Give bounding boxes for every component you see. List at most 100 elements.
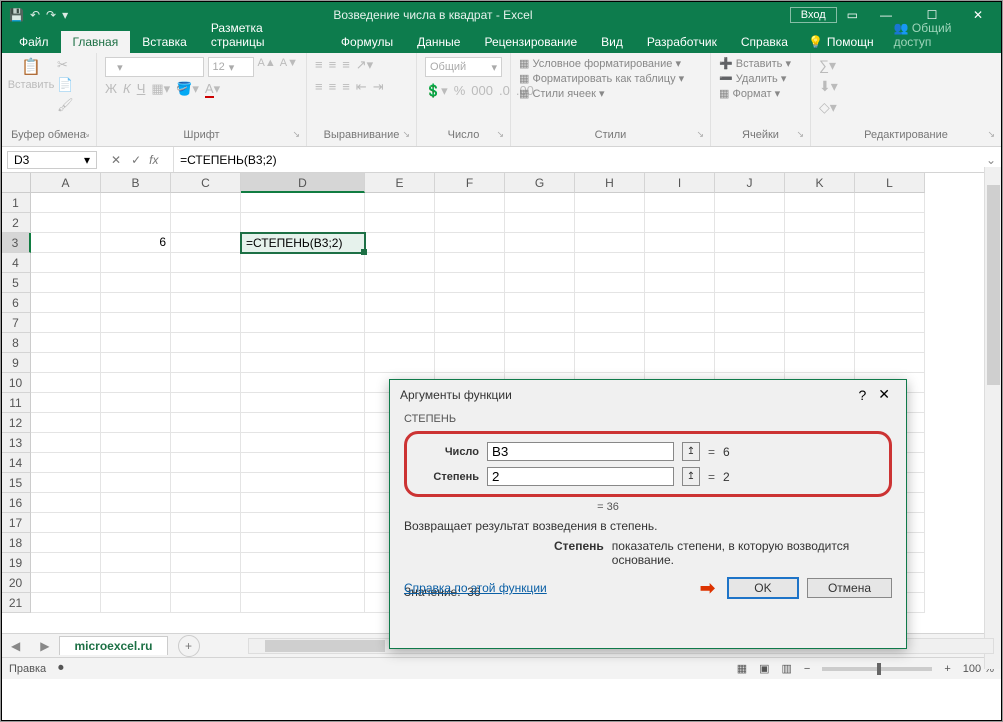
conditional-formatting-button[interactable]: ▦ Условное форматирование ▾ (519, 57, 681, 70)
cell[interactable] (241, 253, 365, 273)
cell[interactable] (785, 273, 855, 293)
cell[interactable] (785, 193, 855, 213)
column-header[interactable]: E (365, 173, 435, 193)
cell[interactable] (101, 213, 171, 233)
cell[interactable] (435, 273, 505, 293)
cell[interactable] (171, 593, 241, 613)
autosum-icon[interactable]: ∑▾ (819, 57, 838, 74)
cell[interactable] (171, 293, 241, 313)
cell[interactable] (31, 193, 101, 213)
cell[interactable] (785, 213, 855, 233)
align-center-icon[interactable]: ≡ (329, 79, 337, 95)
expand-fx-icon[interactable]: ⌄ (980, 153, 1002, 167)
cell[interactable] (171, 353, 241, 373)
cell[interactable] (171, 213, 241, 233)
cell[interactable] (31, 253, 101, 273)
cell[interactable] (171, 373, 241, 393)
number-format-combo[interactable]: Общий▾ (425, 57, 502, 77)
cell[interactable]: =СТЕПЕНЬ(B3;2) (241, 233, 365, 253)
percent-icon[interactable]: % (454, 83, 466, 99)
clear-icon[interactable]: ◇▾ (819, 99, 838, 116)
cell[interactable] (645, 253, 715, 273)
cell[interactable] (575, 253, 645, 273)
cell[interactable] (645, 193, 715, 213)
font-name-combo[interactable]: ▾ (105, 57, 204, 77)
row-header[interactable]: 14 (1, 453, 31, 473)
cell[interactable] (365, 313, 435, 333)
cell[interactable] (715, 213, 785, 233)
row-header[interactable]: 7 (1, 313, 31, 333)
cell[interactable] (435, 333, 505, 353)
row-header[interactable]: 11 (1, 393, 31, 413)
tab-data[interactable]: Данные (405, 31, 472, 53)
cell[interactable] (241, 373, 365, 393)
cell[interactable] (575, 313, 645, 333)
cell[interactable] (575, 333, 645, 353)
cell[interactable] (435, 353, 505, 373)
cell[interactable] (855, 313, 925, 333)
tab-review[interactable]: Рецензирование (472, 31, 589, 53)
align-middle-icon[interactable]: ≡ (329, 57, 337, 73)
cell[interactable] (505, 253, 575, 273)
underline-icon[interactable]: Ч (137, 81, 146, 97)
cell[interactable] (31, 453, 101, 473)
cell[interactable] (645, 273, 715, 293)
cell[interactable] (435, 293, 505, 313)
cell[interactable] (171, 333, 241, 353)
column-header[interactable]: A (31, 173, 101, 193)
row-header[interactable]: 12 (1, 413, 31, 433)
column-header[interactable]: C (171, 173, 241, 193)
cell[interactable] (241, 413, 365, 433)
cell[interactable] (101, 513, 171, 533)
cell[interactable] (31, 473, 101, 493)
share-button[interactable]: 👥 Общий доступ (882, 17, 1002, 53)
cell[interactable] (365, 333, 435, 353)
cell[interactable] (171, 473, 241, 493)
cell[interactable] (785, 353, 855, 373)
cell[interactable] (505, 353, 575, 373)
cell[interactable] (31, 233, 101, 253)
column-header[interactable]: B (101, 173, 171, 193)
cell[interactable] (241, 353, 365, 373)
cell[interactable] (31, 433, 101, 453)
cell[interactable] (575, 213, 645, 233)
cell[interactable] (715, 233, 785, 253)
column-header[interactable]: D (241, 173, 365, 193)
cell[interactable] (505, 233, 575, 253)
cell[interactable] (101, 433, 171, 453)
paste-button[interactable]: 📋Вставить (9, 57, 53, 91)
cell[interactable] (435, 193, 505, 213)
cell[interactable] (241, 453, 365, 473)
cell[interactable] (715, 313, 785, 333)
cancel-button[interactable]: Отмена (807, 578, 892, 598)
tab-view[interactable]: Вид (589, 31, 635, 53)
format-cells-button[interactable]: ▦ Формат ▾ (719, 87, 780, 100)
cell[interactable] (365, 273, 435, 293)
cell[interactable] (171, 553, 241, 573)
zoom-slider[interactable] (822, 667, 932, 671)
row-header[interactable]: 9 (1, 353, 31, 373)
cell[interactable] (31, 273, 101, 293)
row-header[interactable]: 6 (1, 293, 31, 313)
view-break-icon[interactable]: ▥ (782, 662, 792, 675)
cell[interactable] (785, 333, 855, 353)
cell[interactable] (171, 193, 241, 213)
cell[interactable] (171, 513, 241, 533)
cancel-formula-icon[interactable]: ✕ (111, 153, 121, 167)
align-right-icon[interactable]: ≡ (342, 79, 350, 95)
cell[interactable] (101, 453, 171, 473)
row-header[interactable]: 13 (1, 433, 31, 453)
cell[interactable] (241, 313, 365, 333)
sheet-nav-next[interactable]: ▶ (30, 639, 59, 653)
cell[interactable] (171, 453, 241, 473)
orientation-icon[interactable]: ↗▾ (356, 57, 373, 73)
cell[interactable] (101, 293, 171, 313)
cell[interactable] (31, 373, 101, 393)
zoom-out-icon[interactable]: − (804, 663, 810, 675)
shrink-font-icon[interactable]: A▼ (280, 57, 298, 77)
row-header[interactable]: 20 (1, 573, 31, 593)
cut-icon[interactable]: ✂ (57, 57, 74, 73)
column-header[interactable]: H (575, 173, 645, 193)
row-header[interactable]: 1 (1, 193, 31, 213)
cell[interactable] (31, 213, 101, 233)
